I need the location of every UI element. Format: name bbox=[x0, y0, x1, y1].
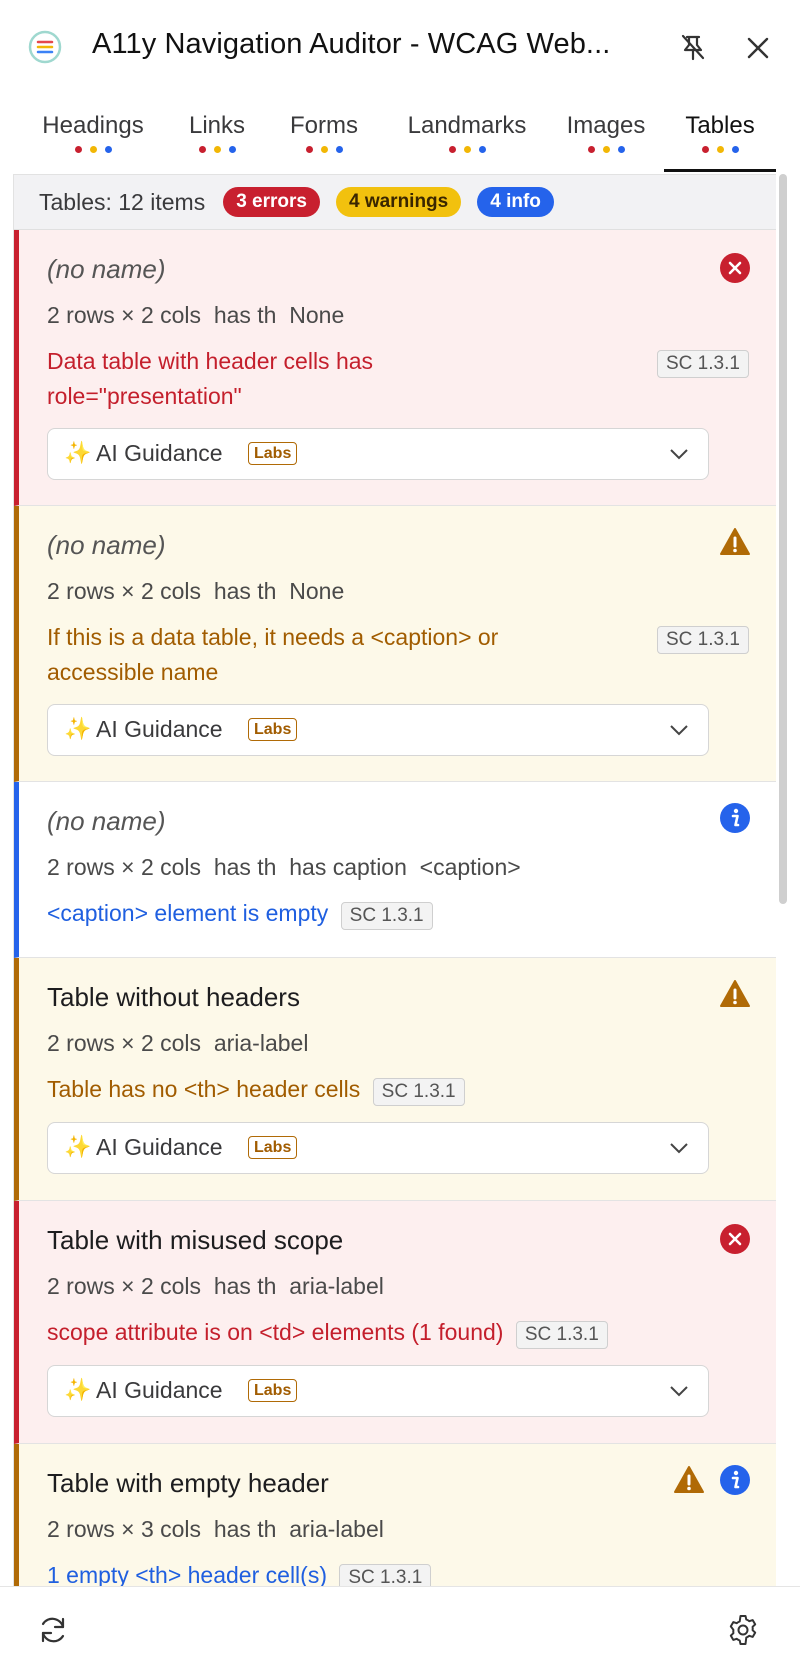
tab-status-dots bbox=[558, 146, 654, 153]
sc-reference: SC 1.3.1 bbox=[340, 902, 433, 930]
sc-reference: SC 1.3.1 bbox=[515, 1321, 608, 1349]
tab-headings[interactable]: Headings bbox=[28, 100, 158, 172]
tab-label: Headings bbox=[42, 112, 144, 139]
refresh-icon[interactable] bbox=[36, 1613, 70, 1647]
issue-message: scope attribute is on <td> elements (1 f… bbox=[47, 1319, 504, 1345]
tab-images[interactable]: Images bbox=[558, 100, 654, 172]
warning-icon bbox=[720, 528, 750, 555]
tab-label: Tables bbox=[685, 112, 755, 139]
table-result-item[interactable]: Table with empty header 2 rows × 3 cols … bbox=[14, 1444, 776, 1587]
tab-bar: Headings Links Forms Landmarks Images Ta… bbox=[12, 100, 788, 172]
close-icon[interactable] bbox=[740, 30, 776, 66]
error-icon bbox=[720, 253, 750, 283]
ai-guidance-toggle[interactable]: ✨ AI Guidance Labs bbox=[47, 704, 709, 756]
active-tab-indicator bbox=[664, 169, 776, 172]
item-name: Table with empty header bbox=[47, 1468, 329, 1498]
sc-reference: SC 1.3.1 bbox=[339, 1564, 432, 1587]
issue-message-row: 1 empty <th> header cell(s) SC 1.3.1 bbox=[47, 1558, 432, 1587]
chevron-down-icon bbox=[670, 725, 688, 736]
ai-guidance-toggle[interactable]: ✨ AI Guidance Labs bbox=[47, 428, 709, 480]
issue-message-row: Table has no <th> header cells SC 1.3.1 bbox=[47, 1072, 465, 1107]
tab-status-dots bbox=[278, 146, 370, 153]
ai-guidance-label: AI Guidance bbox=[96, 440, 223, 466]
tab-label: Landmarks bbox=[407, 112, 527, 139]
results-list[interactable]: Tables: 12 items 3 errors 4 warnings 4 i… bbox=[13, 174, 776, 1587]
sparkle-icon: ✨ bbox=[64, 440, 92, 465]
warning-icon bbox=[674, 1466, 704, 1493]
list-scrollbar[interactable] bbox=[779, 174, 787, 904]
item-name: Table without headers bbox=[47, 982, 300, 1012]
issue-message-row: <caption> element is empty SC 1.3.1 bbox=[47, 896, 433, 931]
tab-tables[interactable]: Tables bbox=[664, 100, 776, 172]
issue-message-row: scope attribute is on <td> elements (1 f… bbox=[47, 1315, 608, 1350]
pin-off-icon[interactable] bbox=[675, 30, 711, 66]
tab-status-dots bbox=[664, 146, 776, 153]
app-title: A11y Navigation Auditor - WCAG Web... bbox=[92, 28, 611, 60]
table-result-item[interactable]: Table with misused scope 2 rows × 2 cols… bbox=[14, 1201, 776, 1444]
ai-guidance-label: AI Guidance bbox=[96, 1134, 223, 1160]
warning-icon bbox=[720, 980, 750, 1007]
error-icon bbox=[720, 1224, 750, 1254]
item-meta: 2 rows × 2 cols has th has caption <capt… bbox=[47, 854, 521, 880]
tab-label: Forms bbox=[290, 112, 358, 139]
tab-links[interactable]: Links bbox=[172, 100, 262, 172]
sc-reference: SC 1.3.1 bbox=[657, 350, 749, 378]
warning-count-badge[interactable]: 4 warnings bbox=[335, 187, 462, 217]
issue-message: If this is a data table, it needs a <cap… bbox=[47, 624, 499, 685]
table-result-item[interactable]: (no name) 2 rows × 2 cols has th None If… bbox=[14, 506, 776, 782]
issue-message: Data table with header cells has role="p… bbox=[47, 348, 374, 409]
labs-badge: Labs bbox=[248, 1136, 298, 1159]
sparkle-icon: ✨ bbox=[64, 716, 92, 741]
table-result-item[interactable]: (no name) 2 rows × 2 cols has th None Da… bbox=[14, 230, 776, 506]
panel-footer bbox=[0, 1586, 800, 1671]
issue-message: 1 empty <th> header cell(s) bbox=[47, 1562, 327, 1587]
panel-header: A11y Navigation Auditor - WCAG Web... bbox=[0, 0, 800, 96]
item-meta: 2 rows × 2 cols has th aria-label bbox=[47, 1273, 384, 1299]
item-name: (no name) bbox=[47, 254, 166, 284]
tab-status-dots bbox=[394, 146, 540, 153]
tab-label: Images bbox=[566, 112, 646, 139]
ai-guidance-label: AI Guidance bbox=[96, 716, 223, 742]
item-name: (no name) bbox=[47, 806, 166, 836]
chevron-down-icon bbox=[670, 1143, 688, 1154]
table-result-item[interactable]: Table without headers 2 rows × 2 cols ar… bbox=[14, 958, 776, 1201]
labs-badge: Labs bbox=[248, 1379, 298, 1402]
info-count-badge[interactable]: 4 info bbox=[477, 187, 554, 217]
chevron-down-icon bbox=[670, 1386, 688, 1397]
issue-message: Table has no <th> header cells bbox=[47, 1076, 361, 1102]
ai-guidance-toggle[interactable]: ✨ AI Guidance Labs bbox=[47, 1122, 709, 1174]
logo-icon bbox=[28, 30, 62, 64]
ai-guidance-toggle[interactable]: ✨ AI Guidance Labs bbox=[47, 1365, 709, 1417]
summary-bar: Tables: 12 items 3 errors 4 warnings 4 i… bbox=[14, 175, 776, 230]
sc-reference: SC 1.3.1 bbox=[657, 626, 749, 654]
issue-message: <caption> element is empty bbox=[47, 900, 329, 926]
labs-badge: Labs bbox=[248, 718, 298, 741]
settings-icon[interactable] bbox=[726, 1613, 760, 1647]
summary-label: Tables: 12 items bbox=[39, 188, 206, 215]
chevron-down-icon bbox=[670, 449, 688, 460]
item-name: Table with misused scope bbox=[47, 1225, 344, 1255]
tab-label: Links bbox=[188, 112, 246, 139]
item-meta: 2 rows × 2 cols has th None bbox=[47, 578, 345, 604]
error-count-badge[interactable]: 3 errors bbox=[223, 187, 320, 217]
sparkle-icon: ✨ bbox=[64, 1377, 92, 1402]
tab-landmarks[interactable]: Landmarks bbox=[394, 100, 540, 172]
item-meta: 2 rows × 3 cols has th aria-label bbox=[47, 1516, 384, 1542]
tab-forms[interactable]: Forms bbox=[278, 100, 370, 172]
table-result-item[interactable]: (no name) 2 rows × 2 cols has th has cap… bbox=[14, 782, 776, 958]
info-icon bbox=[720, 1465, 750, 1495]
tab-status-dots bbox=[172, 146, 262, 153]
tab-status-dots bbox=[28, 146, 158, 153]
item-meta: 2 rows × 2 cols aria-label bbox=[47, 1030, 309, 1056]
info-icon bbox=[720, 803, 750, 833]
ai-guidance-label: AI Guidance bbox=[96, 1377, 223, 1403]
sc-reference: SC 1.3.1 bbox=[372, 1078, 465, 1106]
item-name: (no name) bbox=[47, 530, 166, 560]
sparkle-icon: ✨ bbox=[64, 1134, 92, 1159]
item-meta: 2 rows × 2 cols has th None bbox=[47, 302, 345, 328]
labs-badge: Labs bbox=[248, 442, 298, 465]
